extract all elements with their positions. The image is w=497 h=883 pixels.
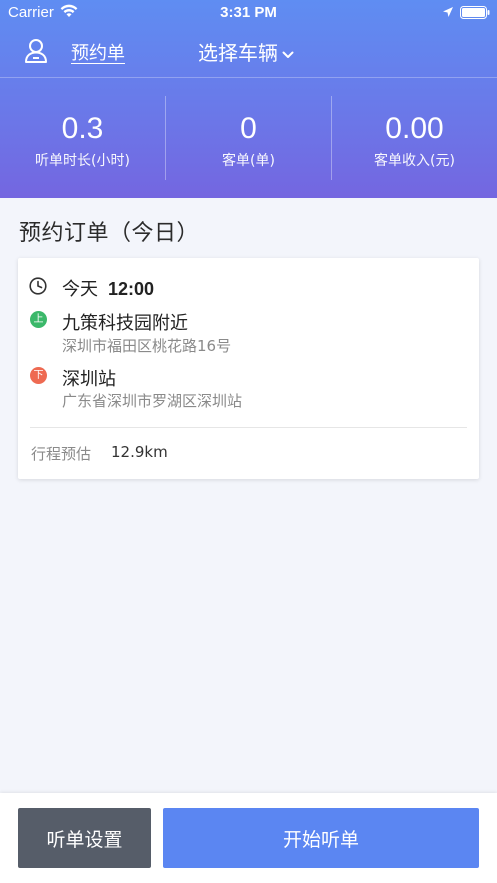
- status-time: 3:31 PM: [220, 4, 277, 21]
- pickup-address: 深圳市福田区桃花路16号: [62, 337, 232, 355]
- chevron-down-icon: [282, 51, 294, 58]
- trip-estimate-label: 行程预估: [31, 445, 92, 463]
- stat-income: 0.00 客单收入(元): [331, 96, 497, 180]
- dropoff-badge: 下: [30, 367, 47, 384]
- stat-label: 客单(单): [222, 153, 275, 169]
- pickup-badge: 上: [30, 311, 47, 328]
- trip-estimate-value: 12.9km: [111, 443, 168, 461]
- section-title: 预约订单（今日）: [19, 221, 200, 246]
- stat-value: 0.3: [61, 112, 104, 145]
- header: Carrier 3:31 PM 预约单 选择车辆 0.3 听单时长(小时) 0 …: [0, 0, 497, 198]
- pickup-name: 九策科技园附近: [62, 313, 188, 334]
- stat-value: 0.00: [385, 112, 444, 145]
- stat-value: 0: [240, 112, 257, 145]
- bottom-action-bar: 听单设置 开始听单: [0, 793, 497, 883]
- stat-label: 客单收入(元): [374, 153, 455, 169]
- user-icon[interactable]: [24, 38, 48, 64]
- stat-orders: 0 客单(单): [165, 96, 331, 180]
- dropoff-address: 广东省深圳市罗湖区深圳站: [62, 392, 243, 410]
- dropoff-name: 深圳站: [62, 369, 116, 390]
- order-card[interactable]: 今天 12:00 上 九策科技园附近 深圳市福田区桃花路16号 下 深圳站 广东省…: [18, 258, 479, 479]
- listening-settings-button[interactable]: 听单设置: [18, 808, 151, 868]
- order-day: 今天: [62, 279, 98, 300]
- top-nav: 预约单 选择车辆: [0, 26, 497, 78]
- stats-panel: 0.3 听单时长(小时) 0 客单(单) 0.00 客单收入(元): [0, 96, 497, 180]
- stat-listening-hours: 0.3 听单时长(小时): [0, 96, 165, 180]
- stat-label: 听单时长(小时): [35, 153, 130, 169]
- order-time: 今天 12:00: [62, 275, 154, 301]
- location-arrow-icon: [443, 7, 453, 17]
- clock-icon: [29, 277, 47, 295]
- start-listening-button[interactable]: 开始听单: [163, 808, 479, 868]
- select-vehicle-dropdown[interactable]: 选择车辆: [198, 37, 294, 66]
- card-divider: [30, 427, 467, 428]
- order-clock-time: 12:00: [108, 279, 155, 299]
- battery-icon: [460, 6, 490, 19]
- reservation-orders-link[interactable]: 预约单: [71, 39, 125, 65]
- select-vehicle-label: 选择车辆: [198, 41, 278, 65]
- status-bar: Carrier 3:31 PM: [0, 0, 497, 26]
